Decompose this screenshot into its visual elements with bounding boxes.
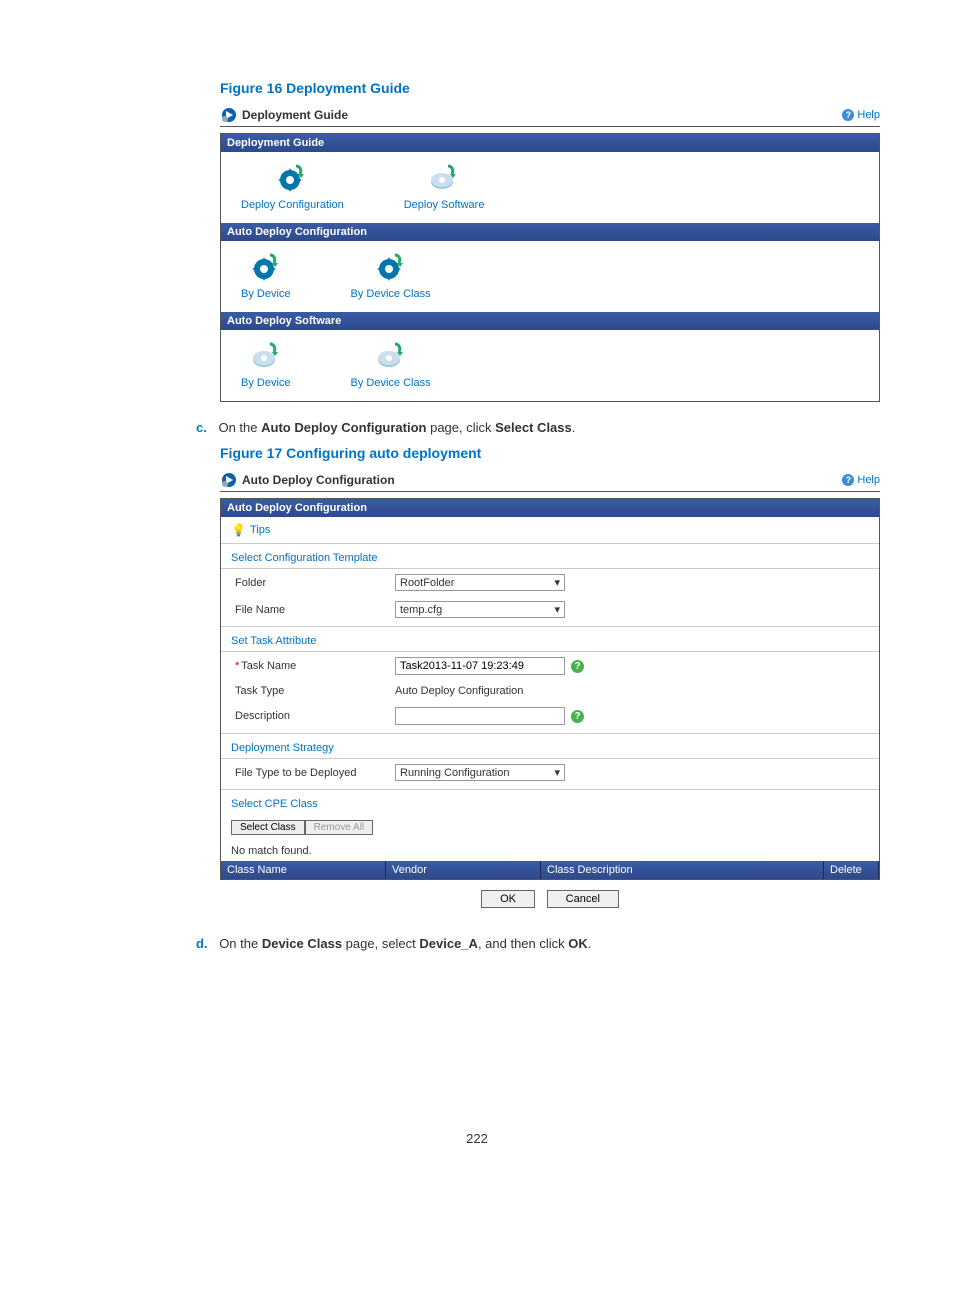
- cfg-gear-icon: [375, 251, 407, 283]
- text: page, select: [342, 936, 419, 951]
- help-icon: ?: [842, 474, 854, 486]
- group-ds-title: Deployment Strategy: [221, 734, 879, 759]
- select-class-button[interactable]: Select Class: [231, 820, 305, 835]
- sw-disk-icon: [375, 340, 407, 372]
- ok-button[interactable]: OK: [481, 890, 535, 908]
- ads-by-device-link[interactable]: By Device: [241, 340, 291, 389]
- bold: Auto Deploy Configuration: [261, 420, 426, 435]
- deploy-software-link[interactable]: Deploy Software: [404, 162, 485, 211]
- filename-select[interactable]: temp.cfg ▾: [395, 601, 565, 618]
- filetype-label: File Type to be Deployed: [235, 767, 395, 779]
- help-icon: ?: [842, 109, 854, 121]
- tasktype-label: Task Type: [235, 685, 395, 697]
- icon-label: By Device: [241, 288, 291, 300]
- filetype-select[interactable]: Running Configuration ▾: [395, 764, 565, 781]
- bold: OK: [568, 936, 588, 951]
- select-value: temp.cfg: [400, 604, 442, 616]
- chevron-down-icon: ▾: [554, 603, 560, 616]
- help-text: Help: [857, 474, 880, 486]
- th-delete: Delete: [824, 861, 879, 879]
- tips-link[interactable]: 💡 Tips: [221, 517, 879, 544]
- th-classdesc: Class Description: [541, 861, 824, 879]
- text: On the: [219, 936, 262, 951]
- figure-caption-17: Figure 17 Configuring auto deployment: [220, 445, 880, 461]
- description-input[interactable]: [395, 707, 565, 725]
- text: On the: [218, 420, 261, 435]
- section-header-auto-deploy-config: Auto Deploy Configuration: [221, 223, 879, 241]
- cancel-button[interactable]: Cancel: [547, 890, 619, 908]
- adc-by-device-class-link[interactable]: By Device Class: [351, 251, 431, 300]
- help-text: Help: [857, 109, 880, 121]
- adc-by-device-link[interactable]: By Device: [241, 251, 291, 300]
- guide-icon: [220, 106, 238, 124]
- bold: Select Class: [495, 420, 572, 435]
- th-classname: Class Name: [221, 861, 386, 879]
- section-header-adc: Auto Deploy Configuration: [221, 499, 879, 517]
- panel-title-text: Deployment Guide: [242, 108, 348, 122]
- th-vendor: Vendor: [386, 861, 541, 879]
- folder-select[interactable]: RootFolder ▾: [395, 574, 565, 591]
- help-hint-icon[interactable]: ?: [571, 660, 584, 673]
- section-header-auto-deploy-software: Auto Deploy Software: [221, 312, 879, 330]
- section-header-deployment-guide: Deployment Guide: [221, 134, 879, 152]
- no-match-text: No match found.: [221, 841, 879, 861]
- step-letter: c.: [196, 420, 207, 435]
- step-letter: d.: [196, 936, 208, 951]
- panel-title-auto-deploy: Auto Deploy Configuration: [220, 471, 395, 489]
- text: page, click: [426, 420, 495, 435]
- icon-label: Deploy Configuration: [241, 199, 344, 211]
- group-sta-title: Set Task Attribute: [221, 627, 879, 652]
- bold: Device_A: [419, 936, 478, 951]
- help-link[interactable]: ?Help: [842, 474, 880, 486]
- folder-label: Folder: [235, 577, 395, 589]
- icon-label: By Device: [241, 377, 291, 389]
- page-number: 222: [70, 1131, 884, 1146]
- text: .: [572, 420, 576, 435]
- panel-title-text: Auto Deploy Configuration: [242, 473, 395, 487]
- filename-label: File Name: [235, 604, 395, 616]
- select-value: RootFolder: [400, 577, 454, 589]
- sw-disk-icon: [250, 340, 282, 372]
- bold: Device Class: [262, 936, 342, 951]
- figure-caption-16: Figure 16 Deployment Guide: [220, 80, 880, 96]
- help-link[interactable]: ?Help: [842, 109, 880, 121]
- step-d-text: d. On the Device Class page, select Devi…: [196, 936, 880, 951]
- lightbulb-icon: 💡: [231, 523, 246, 537]
- taskname-input[interactable]: [395, 657, 565, 675]
- deploy-configuration-link[interactable]: Deploy Configuration: [241, 162, 344, 211]
- description-label: Description: [235, 710, 395, 722]
- tips-label: Tips: [250, 524, 270, 536]
- select-value: Running Configuration: [400, 767, 509, 779]
- panel-title-deployment-guide: Deployment Guide: [220, 106, 348, 124]
- cfg-gear-icon: [250, 251, 282, 283]
- remove-all-button[interactable]: Remove All: [305, 820, 374, 835]
- taskname-label: *Task Name: [235, 660, 395, 672]
- text: , and then click: [478, 936, 568, 951]
- chevron-down-icon: ▾: [554, 766, 560, 779]
- class-table-header: Class Name Vendor Class Description Dele…: [221, 861, 879, 879]
- group-sct-title: Select Configuration Template: [221, 544, 879, 569]
- ads-by-device-class-link[interactable]: By Device Class: [351, 340, 431, 389]
- icon-label: By Device Class: [351, 288, 431, 300]
- guide-icon: [220, 471, 238, 489]
- group-scc-title: Select CPE Class: [221, 790, 879, 814]
- sw-disk-icon: [428, 162, 460, 194]
- text: .: [588, 936, 592, 951]
- help-hint-icon[interactable]: ?: [571, 710, 584, 723]
- cfg-gear-icon: [276, 162, 308, 194]
- chevron-down-icon: ▾: [554, 576, 560, 589]
- tasktype-value: Auto Deploy Configuration: [395, 685, 523, 697]
- step-c-text: c. On the Auto Deploy Configuration page…: [196, 420, 880, 435]
- icon-label: Deploy Software: [404, 199, 485, 211]
- icon-label: By Device Class: [351, 377, 431, 389]
